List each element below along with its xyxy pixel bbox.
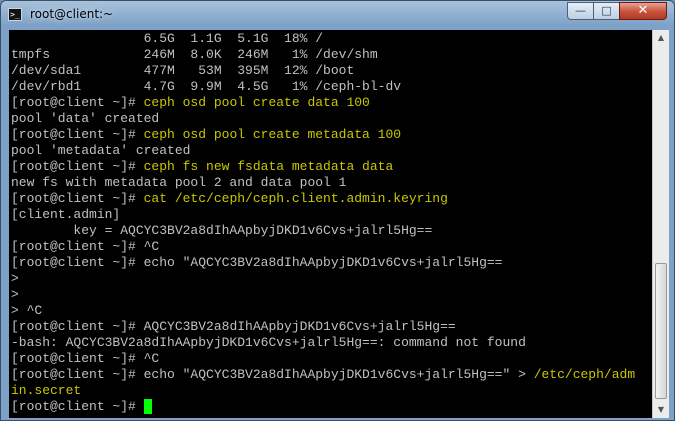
terminal-line: [root@client ~]# ^C	[11, 351, 159, 367]
terminal-window: >_ root@client:~ — □ ✕ 6.5G 1.1G 5.1G 18…	[0, 0, 675, 421]
terminal-line: /dev/rbd1 4.7G 9.9M 4.5G 1% /ceph-bl-dv	[11, 79, 401, 95]
title-bar[interactable]: >_ root@client:~ — □ ✕	[1, 1, 674, 29]
command-text: cat /etc/ceph/ceph.client.admin.keyring	[143, 191, 448, 206]
shell-prompt: [root@client ~]#	[11, 191, 144, 206]
terminal-line: pool 'data' created	[11, 111, 159, 127]
output-text: echo "AQCYC3BV2a8dIhAApbyjDKD1v6Cvs+jalr…	[143, 255, 503, 270]
terminal-line: key = AQCYC3BV2a8dIhAApbyjDKD1v6Cvs+jalr…	[11, 223, 432, 239]
output-text: 6.5G 1.1G 5.1G 18% /	[11, 31, 324, 46]
terminal-line: [root@client ~]# ceph osd pool create da…	[11, 95, 370, 111]
terminal-line: [root@client ~]# AQCYC3BV2a8dIhAApbyjDKD…	[11, 319, 456, 335]
terminal-line: pool 'metadata' created	[11, 143, 190, 159]
command-text: ceph osd pool create data 100	[143, 95, 370, 110]
terminal-line: [root@client ~]#	[11, 399, 152, 415]
scrollbar-thumb[interactable]	[655, 263, 667, 399]
shell-prompt: [root@client ~]#	[11, 239, 144, 254]
command-text: ceph osd pool create metadata 100	[143, 127, 402, 142]
shell-prompt: [root@client ~]#	[11, 399, 144, 414]
output-text: >	[11, 287, 19, 302]
terminal-line: [root@client ~]# cat /etc/ceph/ceph.clie…	[11, 191, 448, 207]
shell-prompt: [root@client ~]#	[11, 351, 144, 366]
command-text: /etc/ceph/adm	[533, 367, 636, 382]
output-text: echo "AQCYC3BV2a8dIhAApbyjDKD1v6Cvs+jalr…	[143, 367, 534, 382]
output-text: ^C	[143, 351, 160, 366]
output-text: pool 'data' created	[11, 111, 160, 126]
terminal-app-icon[interactable]: >_	[8, 8, 22, 21]
terminal-line: 6.5G 1.1G 5.1G 18% /	[11, 31, 323, 47]
close-button[interactable]: ✕	[619, 2, 667, 20]
shell-prompt: [root@client ~]#	[11, 127, 144, 142]
output-text: -bash: AQCYC3BV2a8dIhAApbyjDKD1v6Cvs+jal…	[11, 335, 526, 350]
scroll-up-arrow-icon[interactable]: ▲	[653, 30, 669, 46]
shell-prompt: [root@client ~]#	[11, 319, 144, 334]
terminal-line: in.secret	[11, 383, 81, 399]
output-text: key = AQCYC3BV2a8dIhAApbyjDKD1v6Cvs+jalr…	[11, 223, 433, 238]
command-text: ceph fs new fsdata metadata data	[143, 159, 394, 174]
terminal-line: [root@client ~]# echo "AQCYC3BV2a8dIhAAp…	[11, 367, 635, 383]
command-text: in.secret	[11, 383, 82, 398]
terminal-line: [root@client ~]# ^C	[11, 239, 159, 255]
terminal-output[interactable]: 6.5G 1.1G 5.1G 18% / tmpfs 246M 8.0K 246M…	[9, 30, 652, 418]
window-title: root@client:~	[30, 7, 114, 21]
output-text: > ^C	[11, 303, 43, 318]
output-text: /dev/sda1 477M 53M 395M 12% /boot	[11, 63, 355, 78]
terminal-line: >	[11, 287, 19, 303]
vertical-scrollbar[interactable]: ▲ ▼	[652, 30, 669, 418]
shell-prompt: [root@client ~]#	[11, 255, 144, 270]
output-text: new fs with metadata pool 2 and data poo…	[11, 175, 347, 190]
terminal-line: [root@client ~]# ceph osd pool create me…	[11, 127, 401, 143]
minimize-button[interactable]: —	[567, 2, 594, 20]
output-text: ^C	[143, 239, 160, 254]
output-text: /dev/rbd1 4.7G 9.9M 4.5G 1% /ceph-bl-dv	[11, 79, 402, 94]
output-text: >	[11, 271, 19, 286]
terminal-line: > ^C	[11, 303, 42, 319]
output-text: [client.admin]	[11, 207, 121, 222]
terminal-line: /dev/sda1 477M 53M 395M 12% /boot	[11, 63, 354, 79]
shell-prompt: [root@client ~]#	[11, 95, 144, 110]
terminal-line: >	[11, 271, 19, 287]
shell-prompt: [root@client ~]#	[11, 367, 144, 382]
terminal-line: -bash: AQCYC3BV2a8dIhAApbyjDKD1v6Cvs+jal…	[11, 335, 526, 351]
terminal-line: [root@client ~]# echo "AQCYC3BV2a8dIhAAp…	[11, 255, 502, 271]
terminal-line: tmpfs 246M 8.0K 246M 1% /dev/shm	[11, 47, 378, 63]
scroll-down-arrow-icon[interactable]: ▼	[653, 402, 669, 418]
shell-prompt: [root@client ~]#	[11, 159, 144, 174]
terminal-line: [root@client ~]# ceph fs new fsdata meta…	[11, 159, 393, 175]
output-text: tmpfs 246M 8.0K 246M 1% /dev/shm	[11, 47, 378, 62]
text-cursor	[143, 399, 152, 414]
maximize-button[interactable]: □	[593, 2, 620, 20]
terminal-line: new fs with metadata pool 2 and data poo…	[11, 175, 346, 191]
output-text: pool 'metadata' created	[11, 143, 191, 158]
terminal-line: [client.admin]	[11, 207, 120, 223]
output-text: AQCYC3BV2a8dIhAApbyjDKD1v6Cvs+jalrl5Hg==	[143, 319, 456, 334]
